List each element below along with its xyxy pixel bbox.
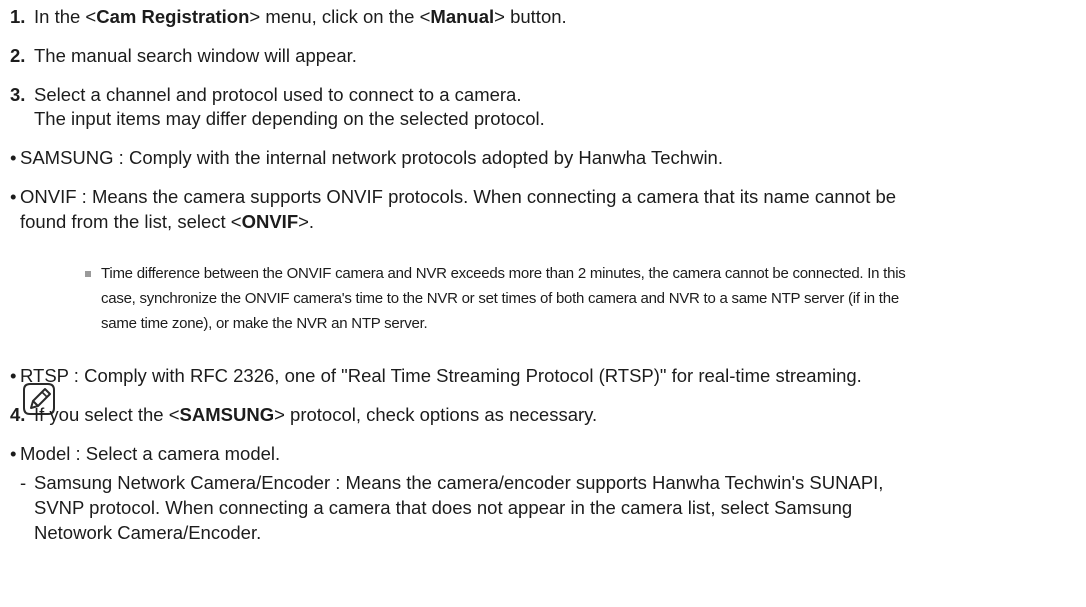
- menu-name: Cam Registration: [96, 6, 250, 27]
- bullet-dot: •: [10, 186, 17, 207]
- protocol-name: SAMSUNG: [179, 404, 275, 425]
- step-number: 3.: [10, 84, 26, 105]
- step-text: The manual search window will appear.: [34, 45, 357, 66]
- note-line: case, synchronize the ONVIF camera's tim…: [101, 290, 899, 307]
- step-text: If you select the <SAMSUNG> protocol, ch…: [34, 404, 598, 425]
- step-text: In the <Cam Registration> menu, click on…: [34, 6, 567, 27]
- note-block: Time difference between the ONVIF camera…: [0, 262, 1086, 342]
- note-line: Time difference between the ONVIF camera…: [101, 265, 906, 282]
- bullet-dot: •: [10, 365, 17, 386]
- note-line: same time zone), or make the NVR an NTP …: [101, 315, 428, 332]
- step-text: Select a channel and protocol used to co…: [34, 84, 522, 105]
- button-name: Manual: [430, 6, 495, 27]
- protocol-name: ONVIF: [241, 211, 299, 232]
- step-number: 1.: [10, 6, 26, 27]
- step-number: 2.: [10, 45, 26, 66]
- sub-item-dash: -: [20, 472, 27, 493]
- note-square-bullet: [85, 271, 91, 277]
- step-number: 4.: [10, 404, 26, 425]
- bullet-dot: •: [10, 443, 17, 464]
- bullet-dot: •: [10, 147, 17, 168]
